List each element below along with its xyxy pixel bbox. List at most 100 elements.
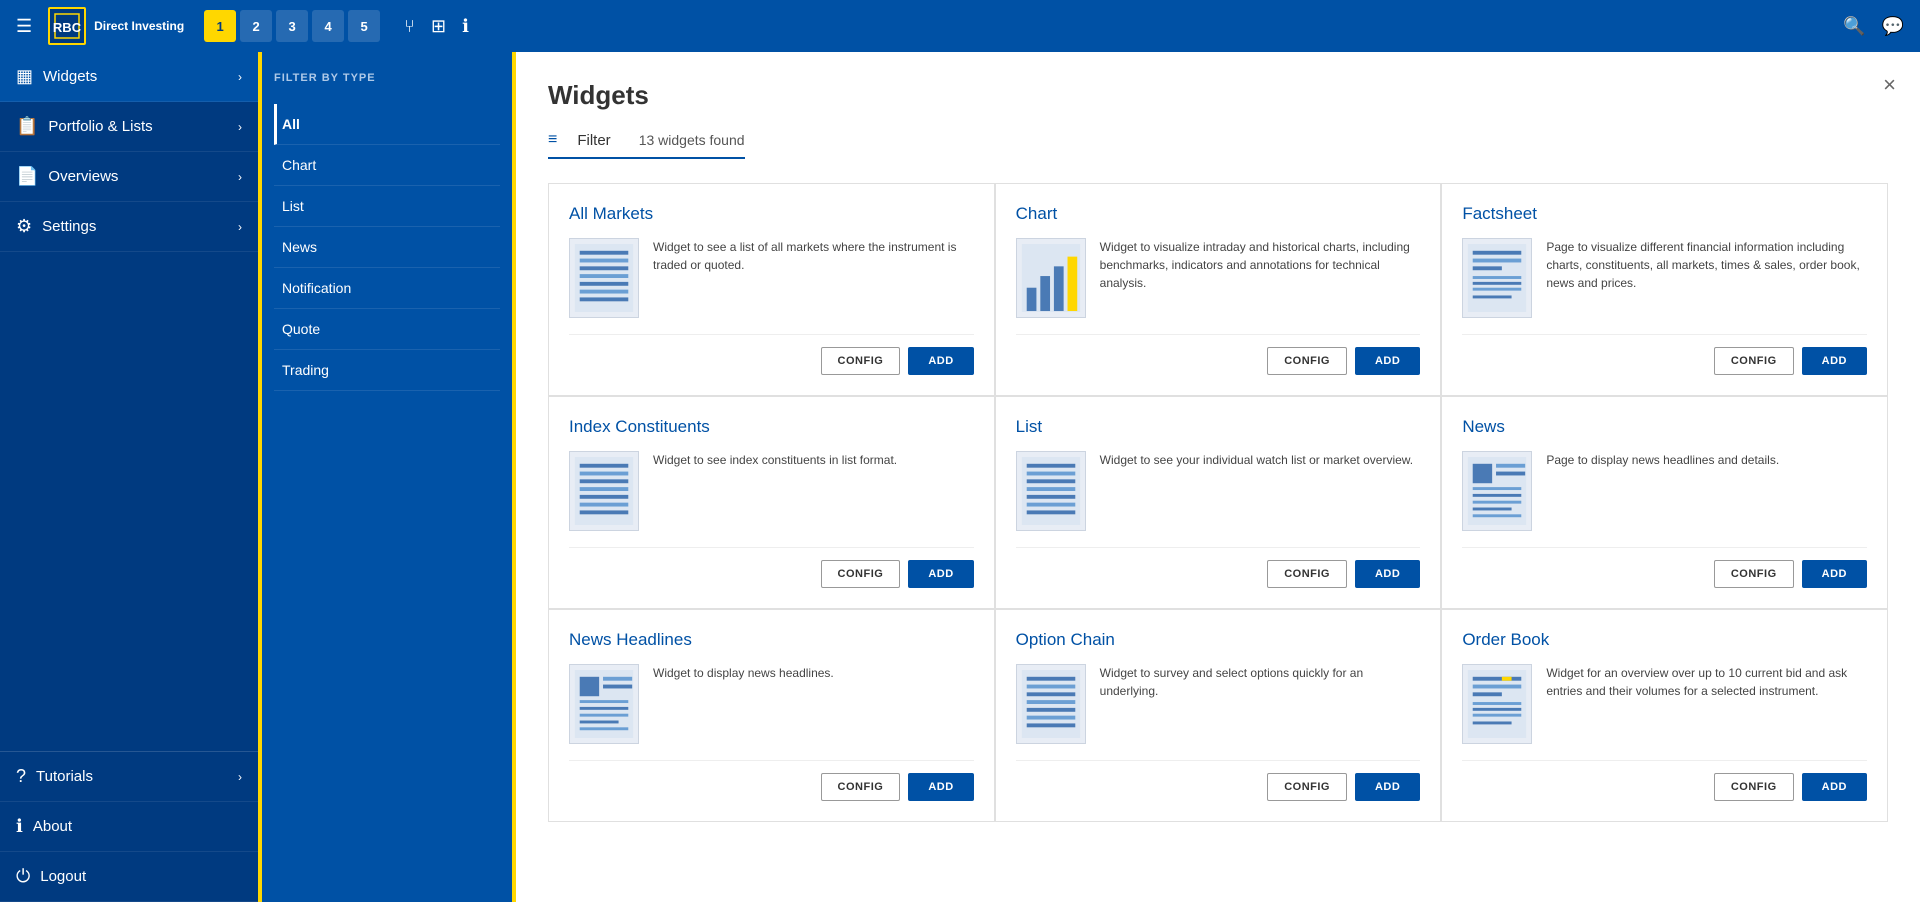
filter-bar-label[interactable]: Filter [577, 132, 610, 149]
widgets-icon: ▦ [16, 66, 33, 87]
brand-name: Direct Investing [94, 19, 184, 33]
filter-item-chart[interactable]: Chart [274, 145, 500, 186]
filter-item-quote[interactable]: Quote [274, 309, 500, 350]
widget-desc-all-markets: Widget to see a list of all markets wher… [653, 238, 974, 318]
sidebar-item-about[interactable]: ℹ About [0, 802, 258, 852]
filter-item-notification[interactable]: Notification [274, 268, 500, 309]
widget-desc-news-headlines: Widget to display news headlines. [653, 664, 834, 744]
message-icon[interactable]: 💬 [1882, 16, 1904, 37]
filter-item-news[interactable]: News [274, 227, 500, 268]
widget-card-list: List Widget t [995, 396, 1442, 609]
widget-thumb-news-headlines [569, 664, 639, 744]
nav-tab-2[interactable]: 2 [240, 10, 272, 42]
widget-desc-factsheet: Page to visualize different financial in… [1546, 238, 1867, 318]
sidebar-item-about-label: About [33, 818, 72, 835]
filter-bar-icon: ≡ [548, 131, 557, 149]
top-navigation: ☰ RBC Direct Investing 1 2 3 4 5 ⑂ ⊞ ℹ 🔍… [0, 0, 1920, 52]
svg-text:RBC: RBC [53, 20, 81, 35]
widget-title-factsheet: Factsheet [1462, 204, 1867, 224]
add-button-news-headlines[interactable]: ADD [908, 773, 973, 801]
sidebar-item-portfolio[interactable]: 📋 Portfolio & Lists › [0, 102, 258, 152]
widget-footer-factsheet: CONFIG ADD [1462, 334, 1867, 375]
config-button-list[interactable]: CONFIG [1267, 560, 1347, 588]
info-icon[interactable]: ℹ [462, 16, 469, 37]
widget-thumb-order-book [1462, 664, 1532, 744]
search-icon[interactable]: 🔍 [1843, 16, 1865, 37]
widget-title-order-book: Order Book [1462, 630, 1867, 650]
add-button-option-chain[interactable]: ADD [1355, 773, 1420, 801]
widget-card-chart: Chart Widget to visualize intraday and h… [995, 183, 1442, 396]
widget-thumb-all-markets [569, 238, 639, 318]
nav-tab-1[interactable]: 1 [204, 10, 236, 42]
widget-body-option-chain: Widget to survey and select options quic… [1016, 664, 1421, 744]
widget-card-news: News [1441, 396, 1888, 609]
top-nav-right: 🔍 💬 [1843, 16, 1904, 37]
add-button-order-book[interactable]: ADD [1802, 773, 1867, 801]
config-button-news-headlines[interactable]: CONFIG [821, 773, 901, 801]
widget-body-news-headlines: Widget to display news headlines. [569, 664, 974, 744]
widget-footer-order-book: CONFIG ADD [1462, 760, 1867, 801]
widget-footer-all-markets: CONFIG ADD [569, 334, 974, 375]
filter-bar: ≡ Filter 13 widgets found [548, 131, 745, 159]
chevron-right-icon: › [238, 70, 242, 84]
widget-card-news-headlines: News Headlines [548, 609, 995, 822]
widget-grid: All Markets W [548, 183, 1888, 822]
sidebar-item-portfolio-label: Portfolio & Lists [48, 118, 152, 135]
sidebar-item-overviews[interactable]: 📄 Overviews › [0, 152, 258, 202]
add-button-news[interactable]: ADD [1802, 560, 1867, 588]
filter-item-list[interactable]: List [274, 186, 500, 227]
nav-tab-3[interactable]: 3 [276, 10, 308, 42]
main-content: Widgets × ≡ Filter 13 widgets found All … [516, 52, 1920, 902]
nav-tab-5[interactable]: 5 [348, 10, 380, 42]
crosshair-icon[interactable]: ⊞ [431, 16, 446, 37]
nav-icons: ⑂ ⊞ ℹ [404, 16, 469, 37]
filter-bar-count: 13 widgets found [639, 132, 745, 148]
add-button-list[interactable]: ADD [1355, 560, 1420, 588]
widget-footer-index-constituents: CONFIG ADD [569, 547, 974, 588]
sidebar-item-settings-label: Settings [42, 218, 96, 235]
widget-title-news-headlines: News Headlines [569, 630, 974, 650]
config-button-factsheet[interactable]: CONFIG [1714, 347, 1794, 375]
widget-desc-news: Page to display news headlines and detai… [1546, 451, 1779, 531]
widget-thumb-list [1016, 451, 1086, 531]
widget-footer-news-headlines: CONFIG ADD [569, 760, 974, 801]
widget-title-option-chain: Option Chain [1016, 630, 1421, 650]
sidebar-item-logout[interactable]: ⏻ Logout [0, 852, 258, 902]
add-button-all-markets[interactable]: ADD [908, 347, 973, 375]
widget-title-news: News [1462, 417, 1867, 437]
sidebar-item-widgets[interactable]: ▦ Widgets › [0, 52, 258, 102]
widget-desc-chart: Widget to visualize intraday and histori… [1100, 238, 1421, 318]
widget-desc-list: Widget to see your individual watch list… [1100, 451, 1413, 531]
add-button-index-constituents[interactable]: ADD [908, 560, 973, 588]
config-button-option-chain[interactable]: CONFIG [1267, 773, 1347, 801]
sidebar-item-overviews-label: Overviews [48, 168, 118, 185]
widget-footer-list: CONFIG ADD [1016, 547, 1421, 588]
widget-body-index-constituents: Widget to see index constituents in list… [569, 451, 974, 531]
close-button[interactable]: × [1883, 72, 1896, 98]
fork-icon[interactable]: ⑂ [404, 16, 415, 37]
menu-icon[interactable]: ☰ [16, 16, 32, 37]
widget-thumb-option-chain [1016, 664, 1086, 744]
config-button-chart[interactable]: CONFIG [1267, 347, 1347, 375]
config-button-index-constituents[interactable]: CONFIG [821, 560, 901, 588]
filter-panel: FILTER BY TYPE All Chart List News Notif… [258, 52, 516, 902]
widget-body-all-markets: Widget to see a list of all markets wher… [569, 238, 974, 318]
widget-desc-order-book: Widget for an overview over up to 10 cur… [1546, 664, 1867, 744]
sidebar: ▦ Widgets › 📋 Portfolio & Lists › 📄 Over… [0, 52, 258, 902]
config-button-all-markets[interactable]: CONFIG [821, 347, 901, 375]
widget-title-all-markets: All Markets [569, 204, 974, 224]
filter-item-trading[interactable]: Trading [274, 350, 500, 391]
chevron-right-icon-3: › [238, 170, 242, 184]
add-button-chart[interactable]: ADD [1355, 347, 1420, 375]
config-button-news[interactable]: CONFIG [1714, 560, 1794, 588]
nav-tab-4[interactable]: 4 [312, 10, 344, 42]
sidebar-item-tutorials[interactable]: ? Tutorials › [0, 752, 258, 802]
sidebar-item-settings[interactable]: ⚙ Settings › [0, 202, 258, 252]
sidebar-item-tutorials-label: Tutorials [36, 768, 93, 785]
logout-icon: ⏻ [16, 866, 30, 887]
sidebar-item-logout-label: Logout [40, 868, 86, 885]
add-button-factsheet[interactable]: ADD [1802, 347, 1867, 375]
filter-item-all[interactable]: All [274, 104, 500, 145]
config-button-order-book[interactable]: CONFIG [1714, 773, 1794, 801]
filter-list: All Chart List News Notification Quote T… [274, 104, 500, 391]
